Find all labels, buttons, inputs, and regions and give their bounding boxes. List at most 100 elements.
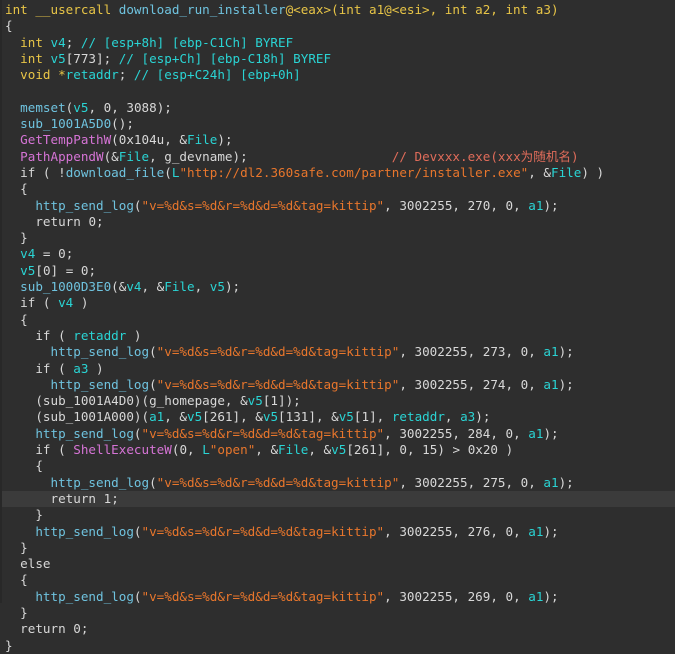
token-func[interactable]: http_send_log: [51, 377, 150, 392]
token-var[interactable]: a1: [543, 344, 558, 359]
code-line[interactable]: http_send_log("v=%d&s=%d&r=%d&d=%d&tag=k…: [0, 344, 675, 360]
code-line[interactable]: }: [0, 638, 675, 654]
code-line[interactable]: GetTempPathW(0x104u, &File);: [0, 132, 675, 148]
code-line[interactable]: memset(v5, 0, 3088);: [0, 100, 675, 116]
token-var[interactable]: retaddr: [73, 328, 126, 343]
code-line[interactable]: v5[0] = 0;: [0, 263, 675, 279]
pseudocode-view[interactable]: int __usercall download_run_installer@<e…: [0, 0, 675, 653]
token-api[interactable]: ShellExecuteW: [73, 442, 172, 457]
token-func[interactable]: download_run_installer: [119, 2, 286, 17]
token-var[interactable]: v4: [58, 295, 73, 310]
token-var[interactable]: v5: [187, 409, 202, 424]
code-line[interactable]: http_send_log("v=%d&s=%d&r=%d&d=%d&tag=k…: [0, 524, 675, 540]
code-line[interactable]: sub_1000D3E0(&v4, &File, v5);: [0, 279, 675, 295]
token-var[interactable]: a1: [528, 198, 543, 213]
token-api[interactable]: PathAppendW: [20, 149, 103, 164]
token-func[interactable]: memset: [20, 100, 66, 115]
token-var[interactable]: v4: [20, 246, 35, 261]
token-var[interactable]: v5: [263, 409, 278, 424]
token-var[interactable]: File: [164, 279, 194, 294]
token-var[interactable]: L: [202, 442, 210, 457]
code-line[interactable]: if ( a3 ): [0, 361, 675, 377]
code-listing[interactable]: int __usercall download_run_installer@<e…: [0, 2, 675, 654]
token-var[interactable]: v5: [331, 442, 346, 457]
code-line[interactable]: int v5[773]; // [esp+Ch] [ebp-C18h] BYRE…: [0, 51, 675, 67]
token-func[interactable]: http_send_log: [35, 524, 134, 539]
token-var[interactable]: retaddr: [392, 409, 445, 424]
token-var[interactable]: v5: [73, 100, 88, 115]
code-line[interactable]: return 0;: [0, 621, 675, 637]
token-func[interactable]: sub_1001A5D0: [20, 116, 111, 131]
token-global[interactable]: g_devname: [164, 149, 232, 164]
token-var[interactable]: a1: [149, 409, 164, 424]
code-line[interactable]: [0, 83, 675, 99]
code-line[interactable]: sub_1001A5D0();: [0, 116, 675, 132]
code-line[interactable]: }: [0, 605, 675, 621]
code-line[interactable]: http_send_log("v=%d&s=%d&r=%d&d=%d&tag=k…: [0, 377, 675, 393]
code-line[interactable]: {: [0, 181, 675, 197]
code-line[interactable]: {: [0, 458, 675, 474]
code-line[interactable]: return 0;: [0, 214, 675, 230]
token-var[interactable]: v4: [126, 279, 141, 294]
token-func[interactable]: http_send_log: [51, 344, 150, 359]
token-punct: ]);: [278, 393, 301, 409]
code-line[interactable]: {: [0, 572, 675, 588]
token-func[interactable]: http_send_log: [51, 475, 150, 490]
token-global[interactable]: (sub_1001A000)(: [35, 409, 149, 424]
token-punct: ,: [384, 588, 400, 604]
token-var[interactable]: v5: [210, 279, 225, 294]
token-var[interactable]: File: [187, 132, 217, 147]
code-line[interactable]: int v4; // [esp+8h] [ebp-C1Ch] BYREF: [0, 35, 675, 51]
token-var[interactable]: a1: [528, 426, 543, 441]
code-line[interactable]: void *retaddr; // [esp+C24h] [ebp+0h]: [0, 67, 675, 83]
code-line[interactable]: http_send_log("v=%d&s=%d&r=%d&d=%d&tag=k…: [0, 198, 675, 214]
code-line[interactable]: }: [0, 540, 675, 556]
token-var[interactable]: v5: [51, 51, 66, 66]
token-var[interactable]: a1: [543, 475, 558, 490]
code-line[interactable]: return 1;: [0, 490, 675, 508]
code-line[interactable]: if ( retaddr ): [0, 328, 675, 344]
token-punct: ,: [444, 409, 461, 425]
token-var[interactable]: v4: [51, 35, 66, 50]
code-line[interactable]: http_send_log("v=%d&s=%d&r=%d&d=%d&tag=k…: [0, 426, 675, 442]
token-var[interactable]: a3: [460, 409, 475, 424]
code-line[interactable]: }: [0, 230, 675, 246]
code-line[interactable]: PathAppendW(&File, g_devname); // Devxxx…: [0, 149, 675, 165]
token-var[interactable]: v5: [339, 409, 354, 424]
token-global[interactable]: (sub_1001A4D0)(: [35, 393, 149, 408]
code-line[interactable]: (sub_1001A000)(a1, &v5[261], &v5[131], &…: [0, 409, 675, 425]
token-func[interactable]: http_send_log: [35, 198, 134, 213]
token-var[interactable]: a1: [528, 524, 543, 539]
token-punct: ();: [111, 116, 134, 132]
token-var[interactable]: a3: [73, 361, 88, 376]
token-var[interactable]: a1: [543, 377, 558, 392]
code-line[interactable]: (sub_1001A4D0)(g_homepage, &v5[1]);: [0, 393, 675, 409]
token-api[interactable]: GetTempPathW: [20, 132, 111, 147]
token-func[interactable]: sub_1000D3E0: [20, 279, 111, 294]
token-var[interactable]: retaddr: [66, 67, 119, 82]
token-var[interactable]: File: [278, 442, 308, 457]
code-line[interactable]: if ( v4 ): [0, 295, 675, 311]
code-line[interactable]: if ( !download_file(L"http://dl2.360safe…: [0, 165, 675, 181]
token-func[interactable]: download_file: [66, 165, 165, 180]
code-line[interactable]: int __usercall download_run_installer@<e…: [0, 2, 675, 18]
token-var[interactable]: v5: [20, 263, 35, 278]
token-var[interactable]: File: [119, 149, 149, 164]
token-func[interactable]: http_send_log: [35, 589, 134, 604]
token-cmtv: // [esp+C24h] [ebp+0h]: [133, 67, 301, 83]
token-global[interactable]: g_homepage: [149, 393, 225, 408]
token-var[interactable]: v5: [248, 393, 263, 408]
token-var[interactable]: File: [551, 165, 581, 180]
code-line[interactable]: http_send_log("v=%d&s=%d&r=%d&d=%d&tag=k…: [0, 475, 675, 491]
code-line[interactable]: {: [0, 312, 675, 328]
code-line[interactable]: if ( ShellExecuteW(0, L"open", &File, &v…: [0, 442, 675, 458]
code-line[interactable]: }: [0, 507, 675, 523]
token-var[interactable]: a1: [528, 589, 543, 604]
token-func[interactable]: http_send_log: [35, 426, 134, 441]
code-line[interactable]: {: [0, 18, 675, 34]
code-line[interactable]: else: [0, 556, 675, 572]
code-line[interactable]: v4 = 0;: [0, 246, 675, 262]
